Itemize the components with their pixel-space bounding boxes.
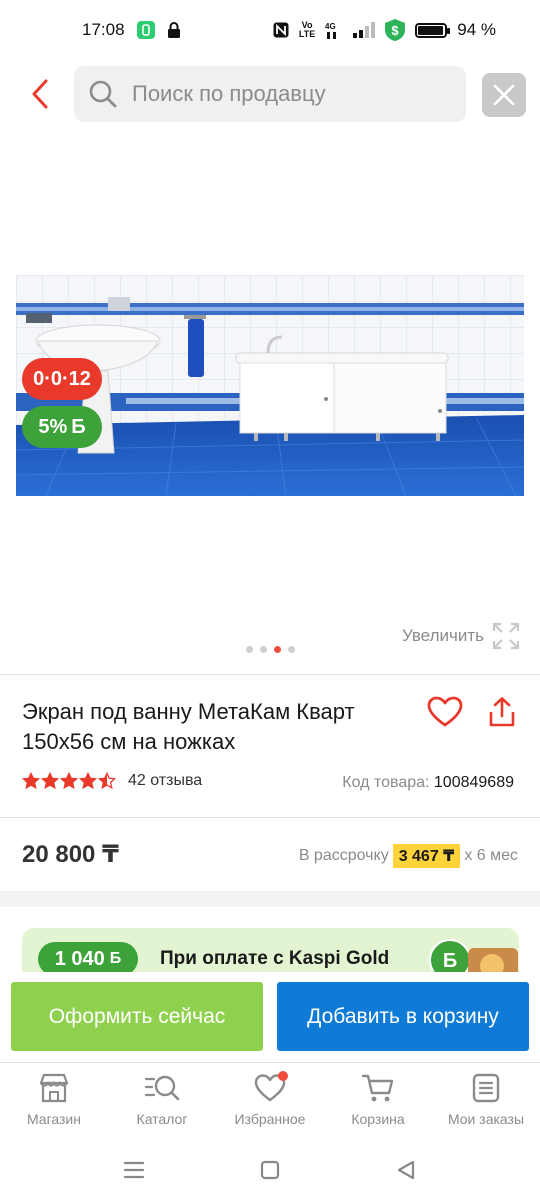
zoom-label: Увеличить	[402, 626, 484, 645]
system-navigation	[0, 1140, 540, 1200]
triangle-back-icon	[397, 1160, 415, 1180]
kaspi-gold-text: При оплате с Kaspi Gold	[160, 948, 390, 969]
installment-prefix: В рассрочку	[298, 847, 389, 864]
security-shield-icon: $	[385, 19, 406, 41]
bottom-navigation: Магазин Каталог Избранное Корзина Мои за…	[0, 1062, 540, 1140]
slide-indicator	[0, 646, 540, 653]
status-time: 17:08	[82, 20, 125, 39]
rating-row[interactable]: 42 отзыва	[22, 772, 202, 790]
product-code-value: 100849689	[433, 774, 514, 791]
nfc-icon	[273, 22, 289, 38]
star-half-icon	[98, 772, 116, 790]
system-back-button[interactable]	[394, 1158, 418, 1182]
star-full-icon	[41, 772, 59, 790]
search-bar[interactable]	[74, 66, 466, 122]
status-bar: 17:08 Vo LTE 4G $ 94 %	[0, 0, 540, 60]
menu-icon	[123, 1161, 145, 1179]
favorite-button[interactable]	[425, 692, 465, 732]
close-button[interactable]	[482, 73, 526, 117]
svg-text:Б: Б	[443, 950, 457, 972]
recent-apps-button[interactable]	[122, 1158, 146, 1182]
review-count[interactable]: 42 отзыва	[128, 772, 202, 790]
star-full-icon	[79, 772, 97, 790]
slide-dot[interactable]	[287, 646, 295, 653]
mobile-data-icon: 4G	[325, 21, 343, 39]
nav-item-catalog[interactable]: Каталог	[108, 1063, 216, 1140]
star-full-icon	[60, 772, 78, 790]
svg-text:4G: 4G	[325, 22, 336, 31]
star-full-icon	[22, 772, 40, 790]
catalog-search-icon	[144, 1075, 180, 1101]
cart-icon	[361, 1074, 394, 1102]
search-icon	[89, 80, 117, 108]
nav-label: Каталог	[136, 1111, 188, 1127]
divider	[0, 817, 540, 818]
home-button[interactable]	[258, 1158, 282, 1182]
app-notification-icon	[136, 21, 155, 39]
lock-icon	[167, 21, 181, 39]
installment-suffix: х 6 мес	[464, 847, 518, 864]
svg-text:$: $	[392, 23, 400, 38]
slide-dot[interactable]	[245, 646, 253, 653]
section-separator	[0, 891, 540, 907]
product-title: Экран под ванну МетаКам Кварт 150х56 см …	[22, 699, 355, 754]
search-header	[0, 64, 540, 124]
store-icon	[39, 1073, 69, 1103]
product-gallery[interactable]: 0·0·12 5% Б Увеличить	[0, 130, 540, 670]
product-price: 20 800 ₸	[22, 841, 119, 868]
nav-item-orders[interactable]: Мои заказы	[432, 1063, 540, 1140]
nav-label: Корзина	[351, 1111, 405, 1127]
heart-outline-icon	[427, 696, 463, 727]
installment-badge: 0·0·12	[22, 358, 102, 400]
installment-info: В рассрочку 3 467 ₸ х 6 мес	[299, 844, 518, 868]
close-icon	[493, 84, 515, 106]
battery-icon	[415, 22, 451, 38]
battery-percent: 94 %	[457, 20, 496, 39]
volte-icon: Vo LTE	[298, 20, 316, 39]
nav-item-favorites[interactable]: Избранное	[216, 1063, 324, 1140]
slide-dot-active[interactable]	[273, 646, 281, 653]
chevron-left-icon	[32, 79, 48, 109]
bonus-amount-pill: 1 040 Б	[38, 942, 138, 972]
rating-stars	[22, 772, 116, 790]
bonus-amount: 1 040	[54, 947, 105, 970]
installment-badge-label: 0·0·12	[33, 367, 91, 390]
add-to-cart-button[interactable]: Добавить в корзину	[277, 982, 529, 1051]
installment-amount: 3 467 ₸	[392, 844, 461, 868]
nav-label: Магазин	[26, 1111, 81, 1127]
action-bar: Оформить сейчас Добавить в корзину	[0, 972, 540, 1062]
notification-dot	[278, 1071, 288, 1081]
nav-item-store[interactable]: Магазин	[0, 1063, 108, 1140]
kaspi-gold-bonus-card[interactable]: 1 040 Б При оплате с Kaspi Gold Б	[22, 928, 519, 972]
bonus-badge: 5% Б	[22, 406, 102, 448]
bonus-coin-icon: Б	[429, 939, 518, 972]
buy-now-button[interactable]: Оформить сейчас	[11, 982, 263, 1051]
product-code-label: Код товара:	[342, 774, 430, 791]
search-input[interactable]	[132, 81, 432, 107]
slide-dot[interactable]	[259, 646, 267, 653]
divider	[0, 674, 540, 675]
square-icon	[260, 1160, 280, 1180]
bonus-badge-symbol: Б	[71, 415, 86, 438]
nav-item-cart[interactable]: Корзина	[324, 1063, 432, 1140]
product-code: Код товара: 100849689	[342, 774, 514, 792]
nav-label: Избранное	[234, 1111, 306, 1127]
share-button[interactable]	[482, 692, 522, 732]
share-icon	[489, 697, 515, 727]
back-button[interactable]	[22, 76, 58, 112]
orders-icon	[472, 1073, 500, 1103]
signal-icon	[353, 22, 376, 38]
nav-label: Мои заказы	[447, 1111, 525, 1127]
bonus-badge-label: 5%	[38, 415, 68, 438]
bonus-symbol: Б	[109, 950, 122, 967]
